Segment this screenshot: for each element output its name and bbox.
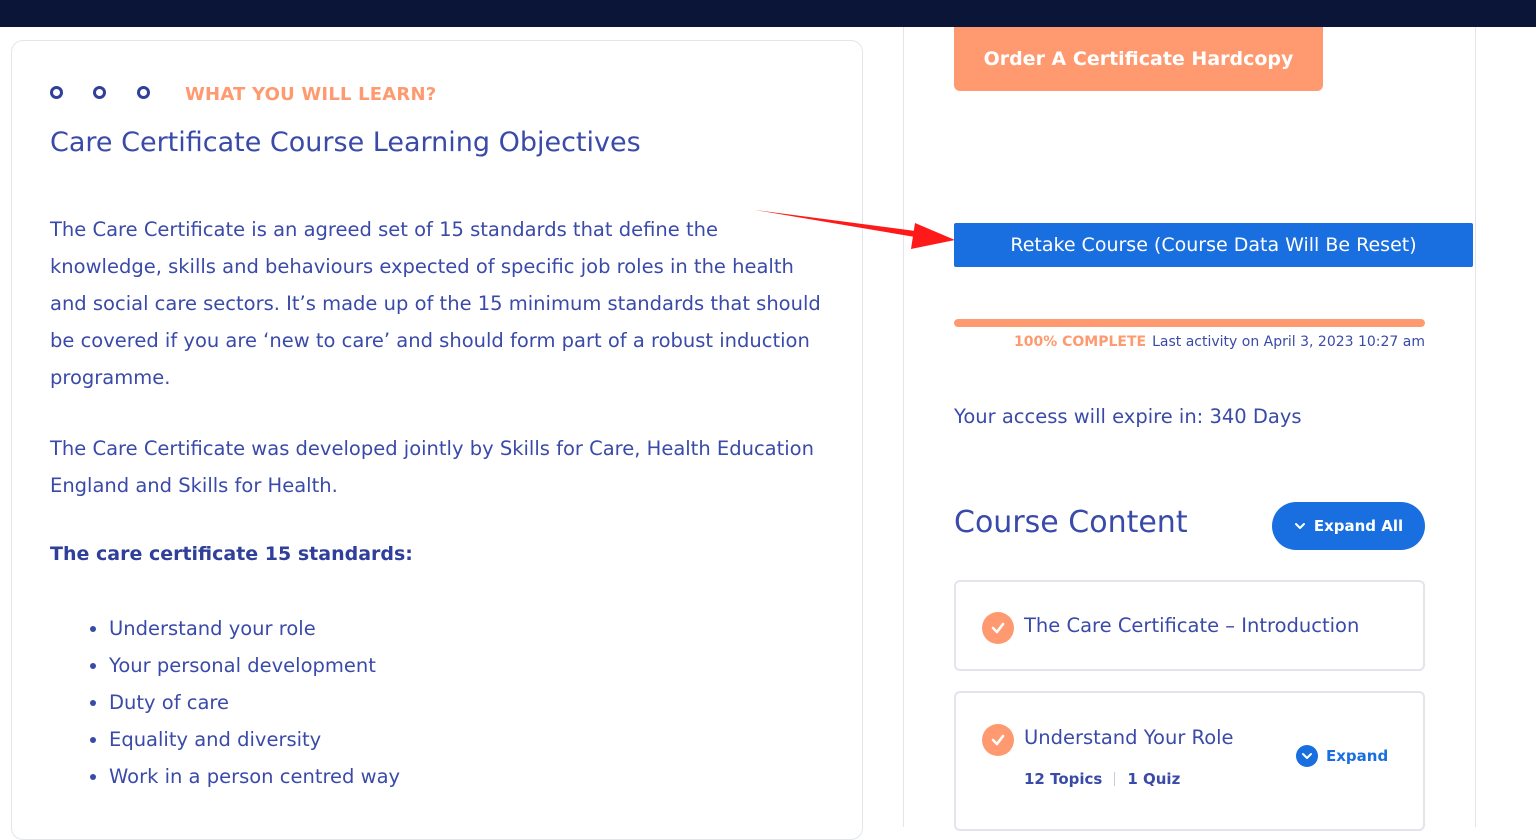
retake-course-button[interactable]: Retake Course (Course Data Will Be Reset… — [954, 223, 1473, 267]
lesson-title[interactable]: Understand Your Role — [1024, 726, 1234, 749]
course-progress-bar — [954, 319, 1425, 327]
chevron-down-icon — [1296, 745, 1318, 767]
progress-percent: 100% COMPLETE — [1014, 334, 1147, 350]
dot-icon — [137, 86, 150, 99]
expand-all-button[interactable]: Expand All — [1272, 502, 1425, 550]
expand-all-label: Expand All — [1313, 517, 1404, 535]
list-item: Duty of care — [90, 684, 400, 721]
access-expiry: Your access will expire in: 340 Days — [954, 405, 1302, 428]
chevron-down-icon — [1294, 523, 1305, 529]
progress-status: 100% COMPLETE Last activity on April 3, 2… — [1014, 334, 1425, 350]
lesson-meta: 12 Topics 1 Quiz — [1024, 770, 1180, 788]
list-item: Your personal development — [90, 647, 400, 684]
standards-list: Understand your role Your personal devel… — [90, 610, 400, 795]
last-activity: Last activity on April 3, 2023 10:27 am — [1152, 334, 1425, 350]
divider — [1114, 772, 1116, 786]
dot-icon — [93, 86, 106, 99]
order-hardcopy-button[interactable]: Order A Certificate Hardcopy — [954, 27, 1323, 91]
standards-heading: The care certificate 15 standards: — [50, 543, 413, 565]
lesson-item[interactable]: Understand Your Role 12 Topics 1 Quiz Exp… — [954, 691, 1425, 831]
developer-paragraph: The Care Certificate was developed joint… — [50, 437, 814, 497]
lesson-title[interactable]: The Care Certificate – Introduction — [1024, 614, 1359, 637]
lesson-expand-toggle[interactable]: Expand — [1296, 745, 1388, 767]
page-title: Care Certificate Course Learning Objecti… — [50, 127, 641, 158]
top-nav-bar — [0, 0, 1536, 27]
completed-check-icon — [982, 724, 1014, 756]
course-content-title: Course Content — [954, 505, 1188, 540]
progress-fill — [954, 319, 1425, 327]
quiz-count: 1 Quiz — [1127, 770, 1181, 788]
section-eyebrow: WHAT YOU WILL LEARN? — [185, 84, 437, 105]
lesson-item[interactable]: The Care Certificate – Introduction — [954, 580, 1425, 671]
completed-check-icon — [982, 612, 1014, 644]
expand-label: Expand — [1326, 747, 1389, 765]
list-item: Understand your role — [90, 610, 400, 647]
dot-icon — [50, 86, 63, 99]
list-item: Equality and diversity — [90, 721, 400, 758]
intro-paragraph: The Care Certificate is an agreed set of… — [50, 218, 821, 389]
decorative-dots — [50, 86, 160, 100]
topics-count: 12 Topics — [1024, 770, 1103, 788]
list-item: Work in a person centred way — [90, 758, 400, 795]
red-arrow-annotation — [755, 210, 955, 249]
